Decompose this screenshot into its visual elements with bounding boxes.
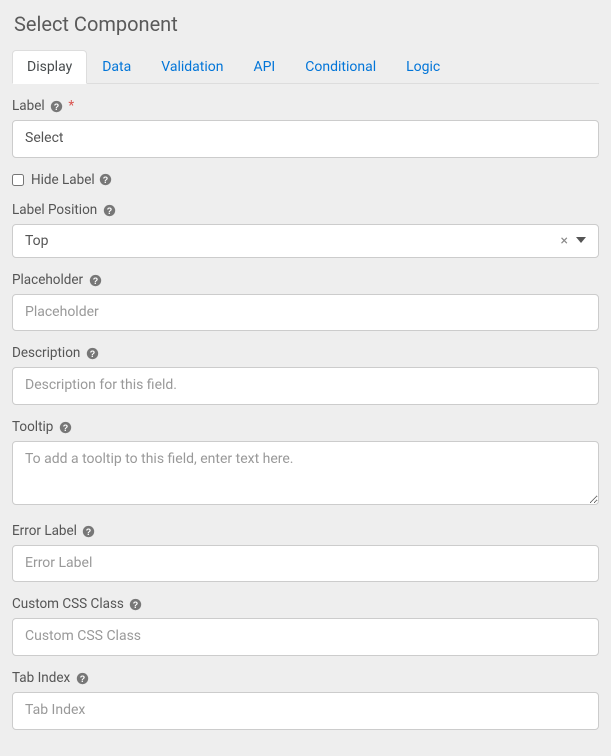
tooltip-label: Tooltip ? (12, 419, 599, 435)
placeholder-label-text: Placeholder (12, 272, 83, 288)
field-label: Label ? * (12, 98, 599, 158)
tooltip-label-text: Tooltip (12, 419, 53, 435)
error-label-text: Error Label (12, 523, 77, 539)
tab-index-label: Tab Index ? (12, 670, 599, 686)
help-icon[interactable]: ? (99, 173, 112, 186)
error-label-label: Error Label ? (12, 523, 599, 539)
tab-validation[interactable]: Validation (146, 50, 238, 84)
tabs: Display Data Validation API Conditional … (12, 50, 599, 84)
tooltip-textarea[interactable] (12, 441, 599, 505)
help-icon[interactable]: ? (82, 525, 95, 538)
hide-label-text: Hide Label (31, 172, 95, 188)
description-input[interactable] (12, 367, 599, 405)
tab-logic[interactable]: Logic (391, 50, 455, 84)
field-description: Description ? (12, 345, 599, 405)
svg-text:?: ? (106, 205, 111, 215)
field-placeholder: Placeholder ? (12, 272, 599, 332)
field-hide-label: Hide Label ? (12, 172, 599, 188)
chevron-down-icon[interactable] (576, 233, 586, 249)
placeholder-label: Placeholder ? (12, 272, 599, 288)
description-label-text: Description (12, 345, 80, 361)
description-label: Description ? (12, 345, 599, 361)
tab-api[interactable]: API (238, 50, 290, 84)
svg-text:?: ? (89, 349, 94, 359)
field-custom-css-class: Custom CSS Class ? (12, 596, 599, 656)
label-input[interactable] (12, 120, 599, 158)
label-label-text: Label (12, 98, 45, 114)
modal-title: Select Component (12, 12, 599, 36)
custom-css-label-text: Custom CSS Class (12, 596, 124, 612)
tab-conditional[interactable]: Conditional (290, 50, 391, 84)
help-icon[interactable]: ? (129, 598, 142, 611)
label-position-select[interactable]: Top × (12, 224, 599, 258)
help-icon[interactable]: ? (50, 100, 63, 113)
tab-data[interactable]: Data (87, 50, 146, 84)
help-icon[interactable]: ? (103, 204, 116, 217)
required-mark: * (68, 98, 74, 114)
tab-display[interactable]: Display (12, 50, 87, 84)
field-error-label: Error Label ? (12, 523, 599, 583)
field-tooltip: Tooltip ? (12, 419, 599, 509)
tab-index-label-text: Tab Index (12, 670, 70, 686)
hide-label-label: Hide Label ? (31, 172, 112, 188)
svg-text:?: ? (102, 175, 107, 185)
help-icon[interactable]: ? (89, 274, 102, 287)
help-icon[interactable]: ? (59, 421, 72, 434)
select-controls: × (561, 233, 586, 249)
select-component-modal: Select Component Display Data Validation… (0, 0, 611, 756)
svg-text:?: ? (54, 102, 59, 112)
label-position-label: Label Position ? (12, 202, 599, 218)
svg-text:?: ? (86, 526, 91, 536)
help-icon[interactable]: ? (86, 347, 99, 360)
field-label-position: Label Position ? Top × (12, 202, 599, 258)
svg-text:?: ? (133, 600, 138, 610)
error-label-input[interactable] (12, 545, 599, 583)
label-position-value: Top (25, 233, 49, 249)
svg-text:?: ? (79, 674, 84, 684)
tab-index-input[interactable] (12, 692, 599, 730)
svg-text:?: ? (63, 422, 68, 432)
placeholder-input[interactable] (12, 294, 599, 332)
custom-css-label: Custom CSS Class ? (12, 596, 599, 612)
label-label: Label ? * (12, 98, 599, 114)
label-position-text: Label Position (12, 202, 97, 218)
clear-icon[interactable]: × (561, 234, 568, 248)
field-tab-index: Tab Index ? (12, 670, 599, 730)
hide-label-checkbox[interactable] (12, 174, 24, 186)
custom-css-input[interactable] (12, 618, 599, 656)
help-icon[interactable]: ? (76, 672, 89, 685)
svg-text:?: ? (92, 275, 97, 285)
